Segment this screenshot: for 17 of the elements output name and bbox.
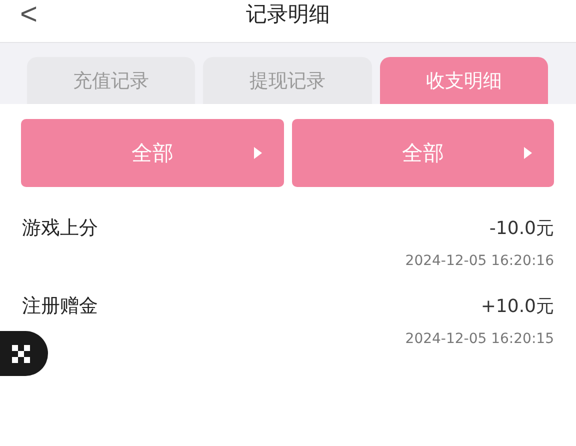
caret-icon (254, 147, 262, 159)
filter-dropdown[interactable]: 全部 (21, 119, 284, 187)
grid-icon (12, 344, 30, 362)
record-title: 游戏上分 (22, 216, 98, 241)
record-time: 2024-12-05 16:20:15 (405, 331, 554, 347)
record-time: 2024-12-05 16:20:16 (405, 253, 554, 269)
caret-icon (524, 147, 532, 159)
record-amount: +10.0元 (480, 295, 554, 318)
page-title: 记录明细 (246, 1, 330, 28)
filter-dropdown[interactable]: 全部 (292, 119, 554, 187)
tab[interactable]: 收支明细 (380, 57, 548, 104)
back-button[interactable]: < (14, 0, 44, 30)
tab[interactable]: 充值记录 (27, 57, 196, 104)
record-title: 注册赠金 (22, 294, 98, 319)
floating-button[interactable] (0, 331, 48, 376)
tab[interactable]: 提现记录 (203, 57, 372, 104)
record-amount: -10.0元 (489, 217, 554, 240)
